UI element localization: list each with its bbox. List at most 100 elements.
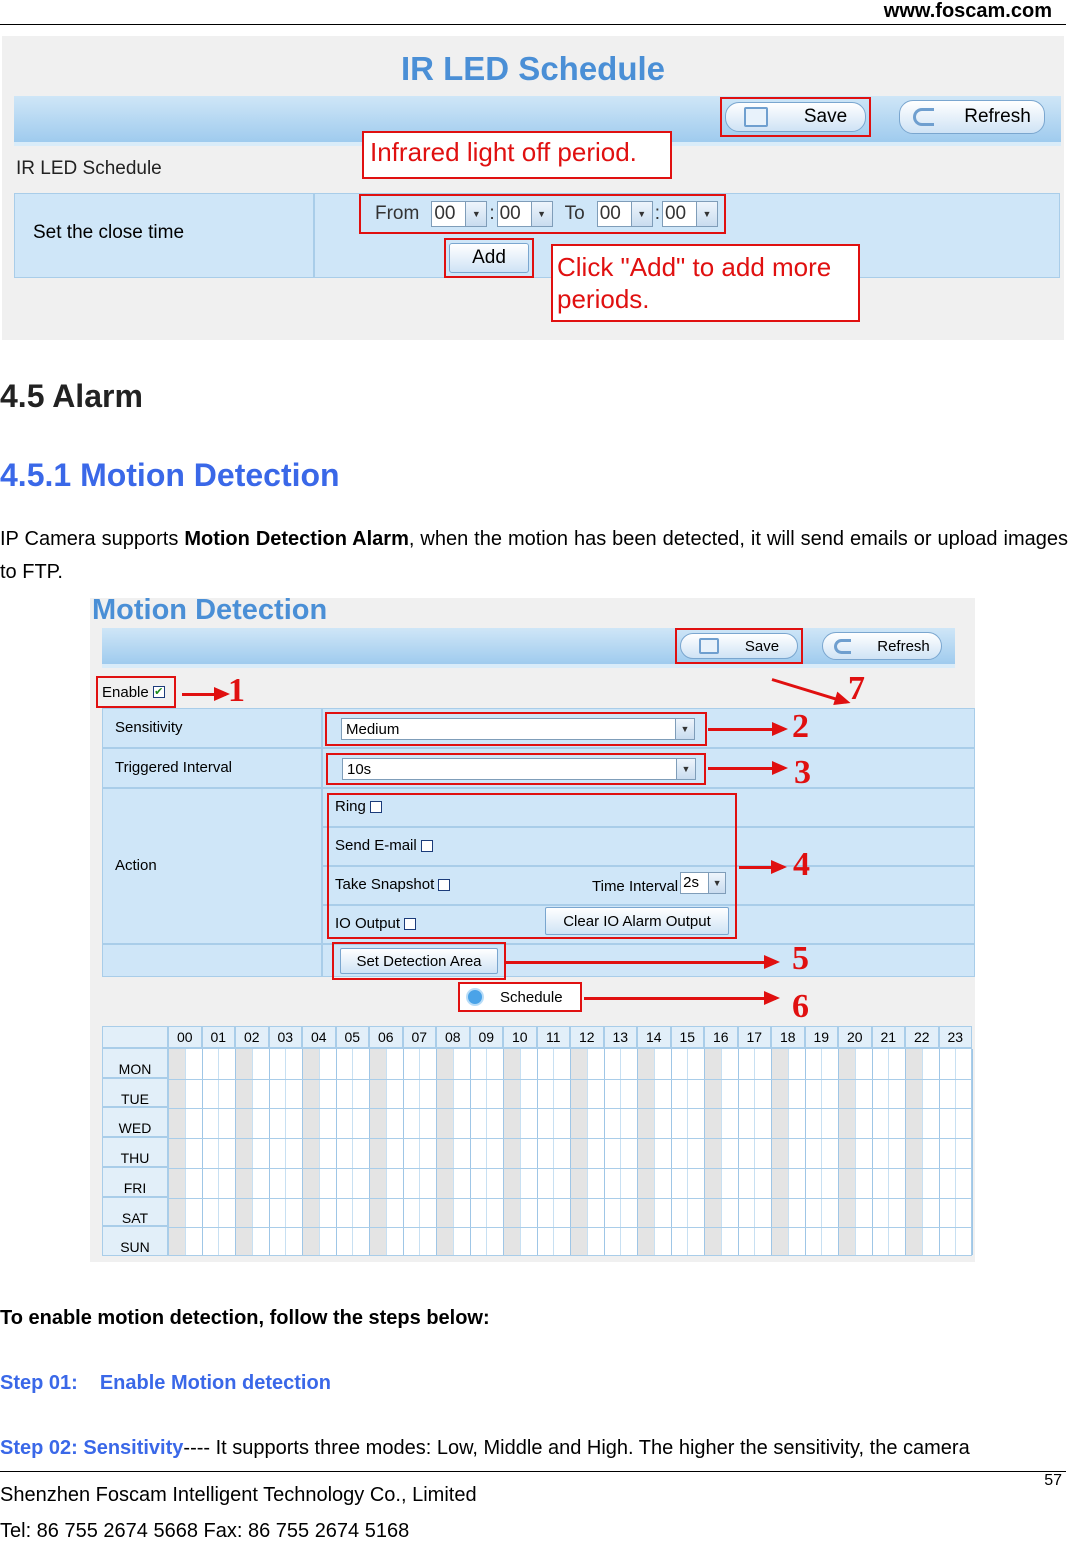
- grid-column[interactable]: [621, 1049, 638, 1255]
- hour-label: 11: [536, 1026, 570, 1048]
- grid-column[interactable]: [772, 1049, 789, 1255]
- hour-label: 04: [302, 1026, 336, 1048]
- grid-column[interactable]: [353, 1049, 370, 1255]
- save-icon: [743, 107, 768, 127]
- io-checkbox[interactable]: [404, 918, 417, 931]
- area-label-cell: [102, 944, 322, 977]
- hour-label: 23: [938, 1026, 972, 1048]
- ir-add-button[interactable]: Add: [449, 243, 529, 273]
- grid-column[interactable]: [420, 1049, 437, 1255]
- grid-column[interactable]: [370, 1049, 387, 1255]
- grid-column[interactable]: [387, 1049, 404, 1255]
- chevron-down-icon: ▼: [695, 202, 717, 226]
- grid-column[interactable]: [253, 1049, 270, 1255]
- clear-io-button[interactable]: Clear IO Alarm Output: [545, 907, 729, 935]
- ir-save-button[interactable]: Save: [725, 102, 866, 132]
- callout-6: 6: [792, 988, 809, 1025]
- from-label: From: [375, 203, 420, 224]
- grid-column[interactable]: [270, 1049, 287, 1255]
- day-label: WED: [102, 1107, 168, 1138]
- grid-column[interactable]: [504, 1049, 521, 1255]
- hour-label: 14: [637, 1026, 671, 1048]
- callout-1: 1: [228, 672, 245, 709]
- grid-column[interactable]: [940, 1049, 957, 1255]
- grid-column[interactable]: [739, 1049, 756, 1255]
- grid-column[interactable]: [454, 1049, 471, 1255]
- grid-column[interactable]: [705, 1049, 722, 1255]
- grid-column[interactable]: [303, 1049, 320, 1255]
- day-label: TUE: [102, 1077, 168, 1108]
- grid-column[interactable]: [538, 1049, 555, 1255]
- hour-label: 21: [871, 1026, 905, 1048]
- clock-icon: [466, 988, 484, 1006]
- ir-time-range: From 00 ▼ : 00 ▼ To 00 ▼ : 00 ▼: [359, 194, 726, 234]
- grid-column[interactable]: [169, 1049, 186, 1255]
- grid-column[interactable]: [856, 1049, 873, 1255]
- grid-column[interactable]: [806, 1049, 823, 1255]
- callout-arrow-7: [771, 678, 848, 704]
- grid-column[interactable]: [672, 1049, 689, 1255]
- from-min-select[interactable]: 00 ▼: [496, 201, 553, 227]
- sensitivity-select[interactable]: Medium ▼: [341, 718, 695, 740]
- grid-column[interactable]: [554, 1049, 571, 1255]
- grid-column[interactable]: [286, 1049, 303, 1255]
- md-save-button[interactable]: Save: [680, 633, 798, 659]
- grid-column[interactable]: [789, 1049, 806, 1255]
- interval-label-cell: Triggered Interval: [102, 748, 322, 788]
- grid-row-line: [169, 1227, 971, 1229]
- grid-column[interactable]: [873, 1049, 890, 1255]
- grid-column[interactable]: [822, 1049, 839, 1255]
- email-checkbox[interactable]: [420, 840, 433, 853]
- grid-column[interactable]: [605, 1049, 622, 1255]
- hour-label: 07: [402, 1026, 436, 1048]
- grid-row-line: [169, 1108, 971, 1110]
- grid-row-line: [169, 1167, 971, 1169]
- hour-label: 18: [771, 1026, 805, 1048]
- grid-column[interactable]: [688, 1049, 705, 1255]
- grid-column[interactable]: [219, 1049, 236, 1255]
- interval-select[interactable]: 10s ▼: [342, 758, 696, 780]
- grid-column[interactable]: [588, 1049, 605, 1255]
- ring-checkbox[interactable]: [370, 801, 383, 814]
- md-save-highlight: Save: [675, 628, 803, 664]
- snapshot-checkbox[interactable]: [438, 879, 451, 892]
- step-02: Step 02: Sensitivity---- It supports thr…: [0, 1437, 970, 1459]
- hour-label: 15: [670, 1026, 704, 1048]
- grid-column[interactable]: [923, 1049, 940, 1255]
- grid-column[interactable]: [521, 1049, 538, 1255]
- grid-column[interactable]: [487, 1049, 504, 1255]
- enable-checkbox[interactable]: ✔: [152, 686, 165, 698]
- to-min-select[interactable]: 00 ▼: [661, 201, 718, 227]
- schedule-cells[interactable]: [168, 1048, 973, 1256]
- schedule-grid[interactable]: 00 01 02 03 04 05 06 07 08 09 10 11 12 13 14 15 16 17 18 19…: [102, 1026, 973, 1256]
- grid-column[interactable]: [571, 1049, 588, 1255]
- set-detection-area-button[interactable]: Set Detection Area: [340, 948, 498, 974]
- grid-column[interactable]: [956, 1049, 973, 1255]
- grid-column[interactable]: [236, 1049, 253, 1255]
- grid-column[interactable]: [404, 1049, 421, 1255]
- grid-column[interactable]: [638, 1049, 655, 1255]
- grid-column[interactable]: [755, 1049, 772, 1255]
- grid-column[interactable]: [320, 1049, 337, 1255]
- grid-column[interactable]: [906, 1049, 923, 1255]
- grid-column[interactable]: [839, 1049, 856, 1255]
- note-off-period: Infrared light off period.: [362, 131, 672, 179]
- ir-refresh-button[interactable]: Refresh: [899, 100, 1045, 134]
- hour-label: 08: [436, 1026, 470, 1048]
- grid-column[interactable]: [203, 1049, 220, 1255]
- grid-column[interactable]: [186, 1049, 203, 1255]
- grid-column[interactable]: [471, 1049, 488, 1255]
- sensitivity-label-cell: Sensitivity: [102, 708, 322, 748]
- grid-column[interactable]: [655, 1049, 672, 1255]
- grid-column[interactable]: [437, 1049, 454, 1255]
- md-refresh-button[interactable]: Refresh: [822, 632, 942, 660]
- ir-row-label-cell: Set the close time: [14, 193, 314, 278]
- hour-label: 19: [804, 1026, 838, 1048]
- grid-column[interactable]: [337, 1049, 354, 1255]
- time-interval-select[interactable]: 2s ▼: [680, 871, 727, 894]
- grid-column[interactable]: [889, 1049, 906, 1255]
- from-hour-select[interactable]: 00 ▼: [431, 201, 488, 227]
- to-hour-select[interactable]: 00 ▼: [596, 201, 653, 227]
- grid-column[interactable]: [722, 1049, 739, 1255]
- schedule-label: Schedule: [500, 988, 563, 1006]
